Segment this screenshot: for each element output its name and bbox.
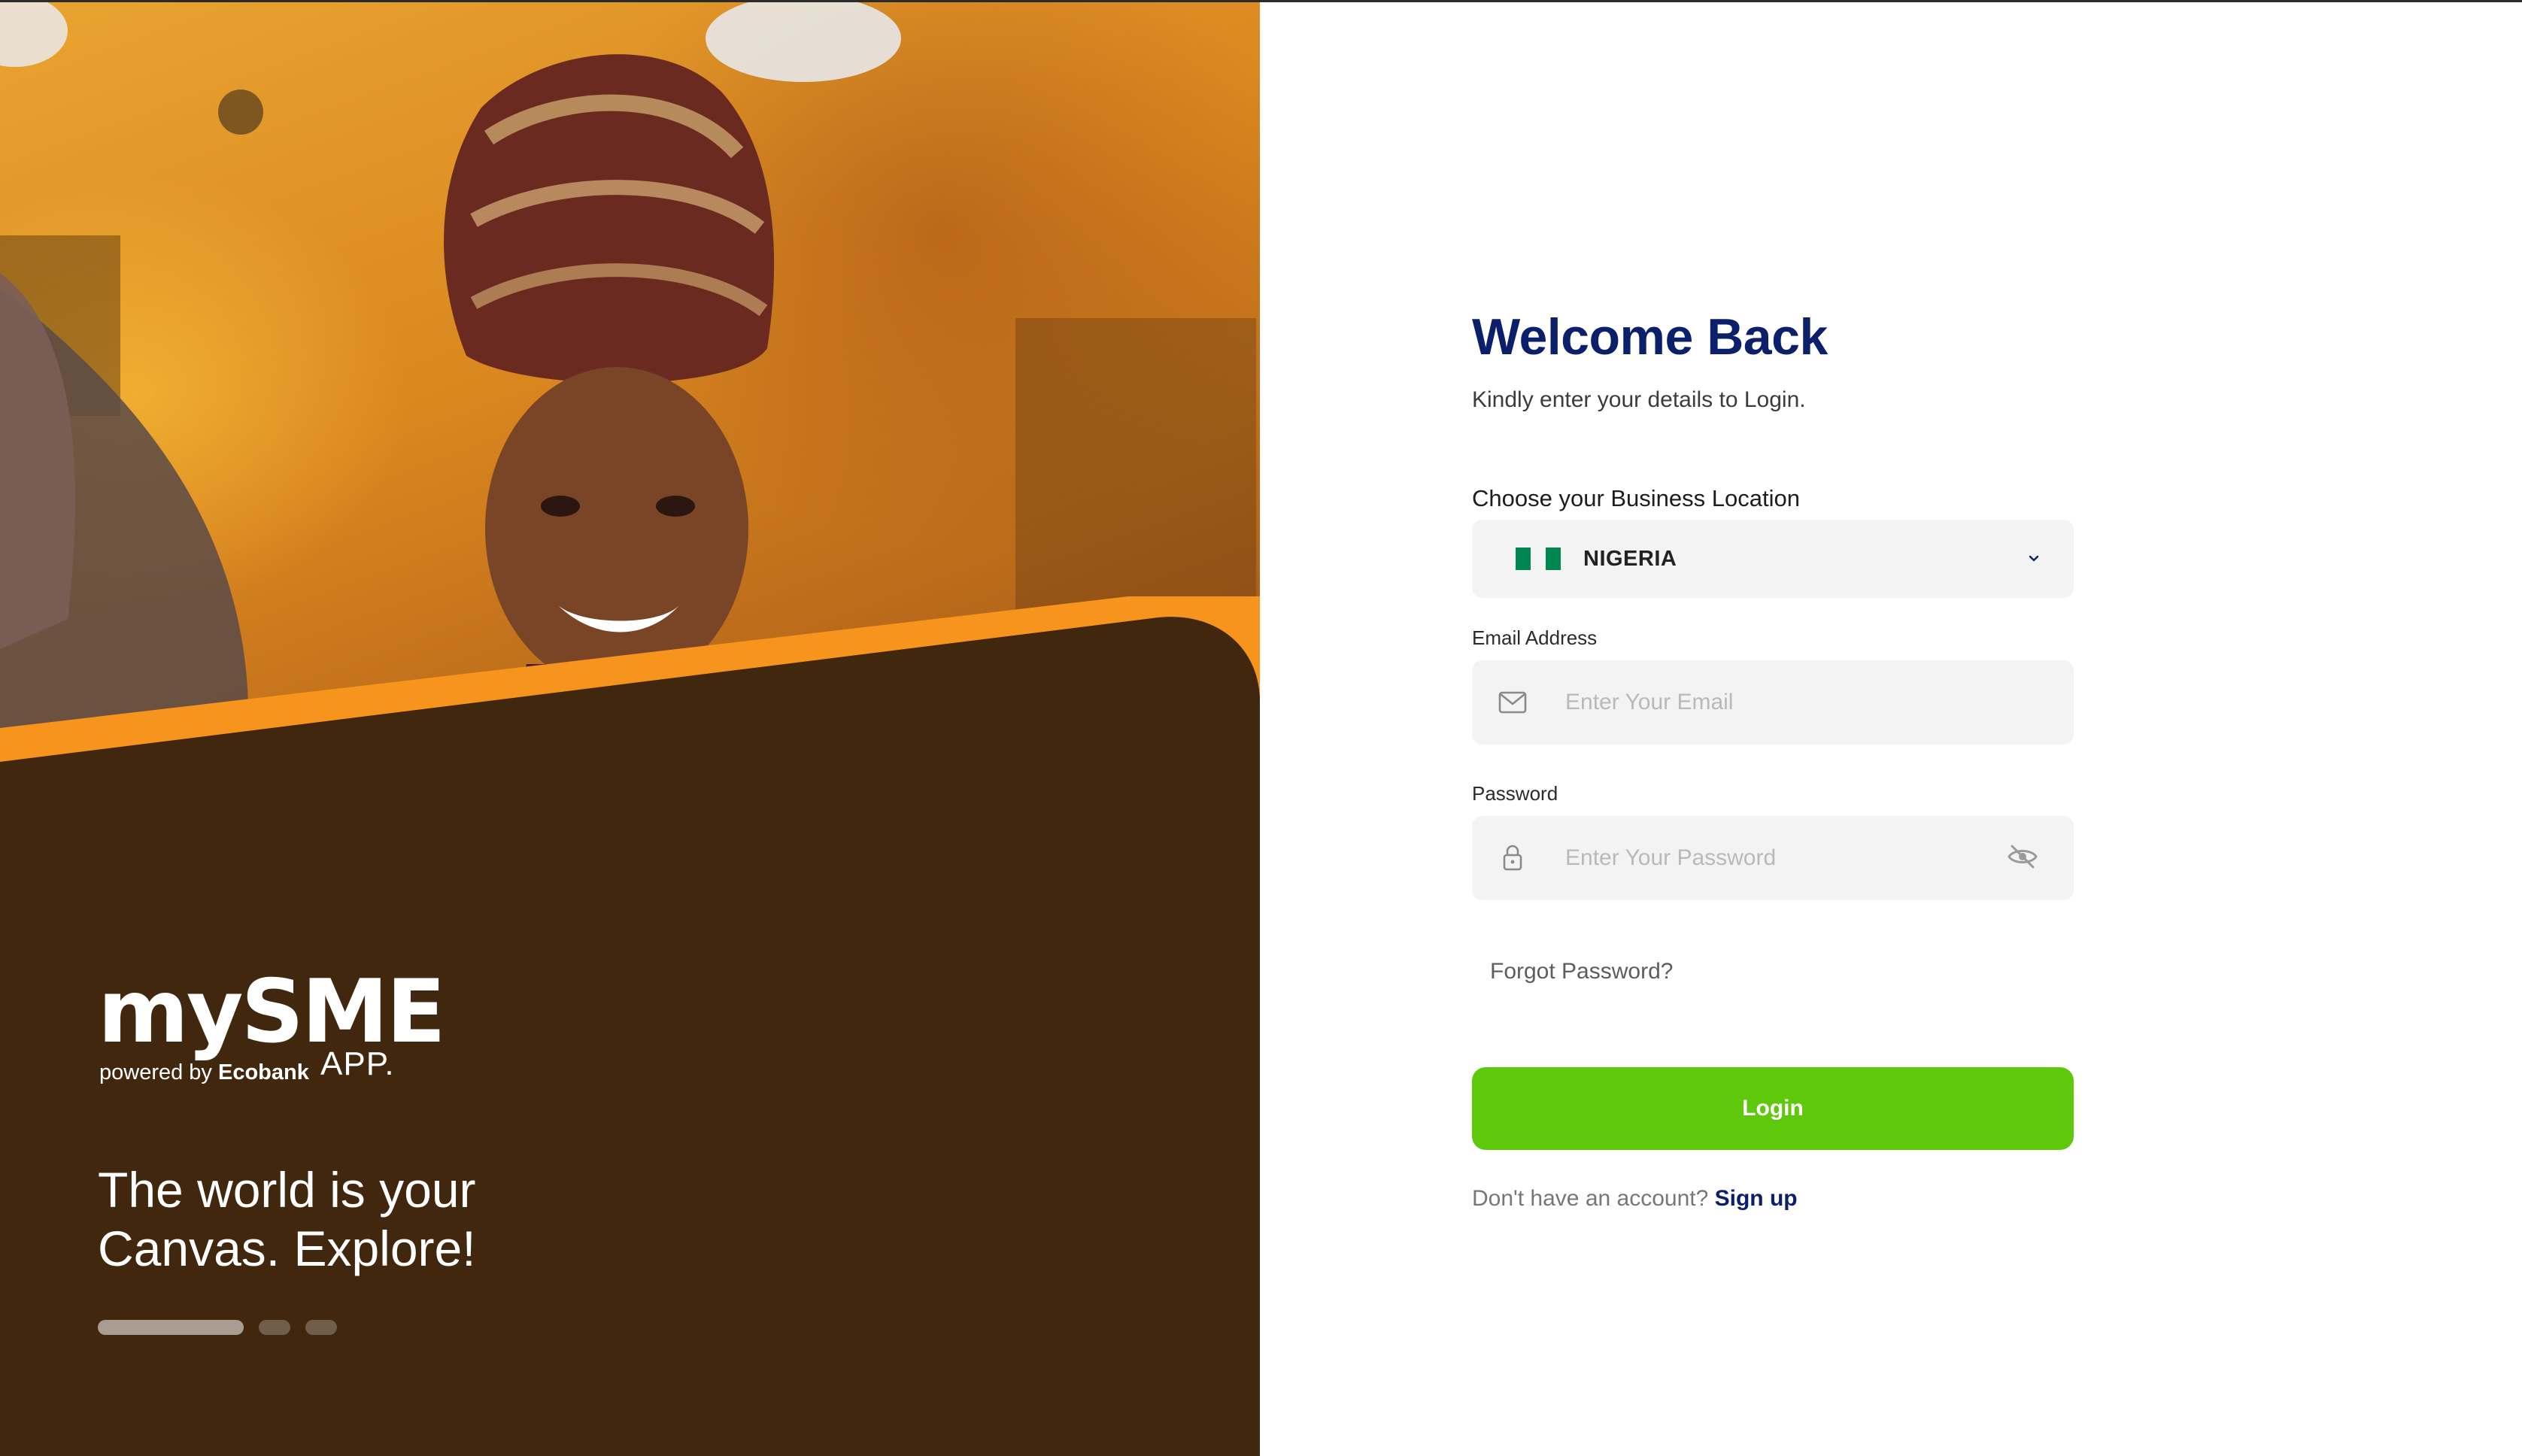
hero-tagline-line-2: Canvas. Explore!: [98, 1221, 476, 1276]
eye-off-icon[interactable]: [2006, 842, 2039, 872]
carousel-dot-3[interactable]: [305, 1320, 337, 1335]
powered-by-prefix: powered by: [99, 1060, 212, 1084]
email-field-wrapper: [1472, 660, 2074, 745]
hero-tagline: The world is your Canvas. Explore!: [98, 1160, 624, 1278]
login-button[interactable]: Login: [1472, 1067, 2074, 1150]
login-form: Welcome Back Kindly enter your details t…: [1472, 303, 2074, 1212]
signup-prompt: Don't have an account?: [1472, 1186, 1709, 1211]
signup-link[interactable]: Sign up: [1715, 1186, 1798, 1211]
email-input[interactable]: [1564, 660, 1985, 745]
brand-logo-block: mySME powered by Ecobank APP.: [98, 969, 446, 1089]
page-subtitle: Kindly enter your details to Login.: [1472, 387, 1806, 412]
chevron-down-icon: [2029, 555, 2039, 562]
password-input[interactable]: [1564, 816, 1985, 900]
mysme-logo: mySME: [98, 961, 446, 1063]
carousel-dot-1[interactable]: [98, 1320, 244, 1335]
ceiling-light: [0, 2, 68, 67]
password-field-wrapper: [1472, 816, 2074, 900]
password-label: Password: [1472, 782, 1558, 805]
mail-icon: [1498, 691, 1527, 714]
carousel-indicator: [98, 1320, 337, 1335]
login-page: mySME powered by Ecobank APP. The world …: [0, 0, 2522, 1456]
email-label: Email Address: [1472, 626, 1598, 649]
signup-row: Don't have an account? Sign up: [1472, 1186, 2074, 1212]
brand-app-suffix: APP.: [320, 1045, 395, 1082]
hero-tagline-line-1: The world is your: [98, 1162, 476, 1218]
location-selected-value: NIGERIA: [1583, 546, 1677, 571]
location-select[interactable]: NIGERIA: [1472, 520, 2074, 598]
location-label: Choose your Business Location: [1472, 485, 1800, 511]
ceiling-light: [706, 2, 901, 82]
powered-by-text: powered by Ecobank: [99, 1060, 309, 1085]
hero-panel: mySME powered by Ecobank APP. The world …: [0, 2, 1260, 1456]
carousel-dot-2[interactable]: [259, 1320, 290, 1335]
page-title: Welcome Back: [1472, 308, 1828, 366]
login-panel: Welcome Back Kindly enter your details t…: [1260, 2, 2522, 1456]
lock-icon: [1503, 845, 1522, 871]
face: [485, 367, 748, 690]
nigeria-flag-icon: [1516, 548, 1561, 570]
powered-by-company: Ecobank: [218, 1060, 309, 1084]
ceiling-camera: [218, 89, 263, 135]
forgot-password-link[interactable]: Forgot Password?: [1490, 959, 1673, 984]
